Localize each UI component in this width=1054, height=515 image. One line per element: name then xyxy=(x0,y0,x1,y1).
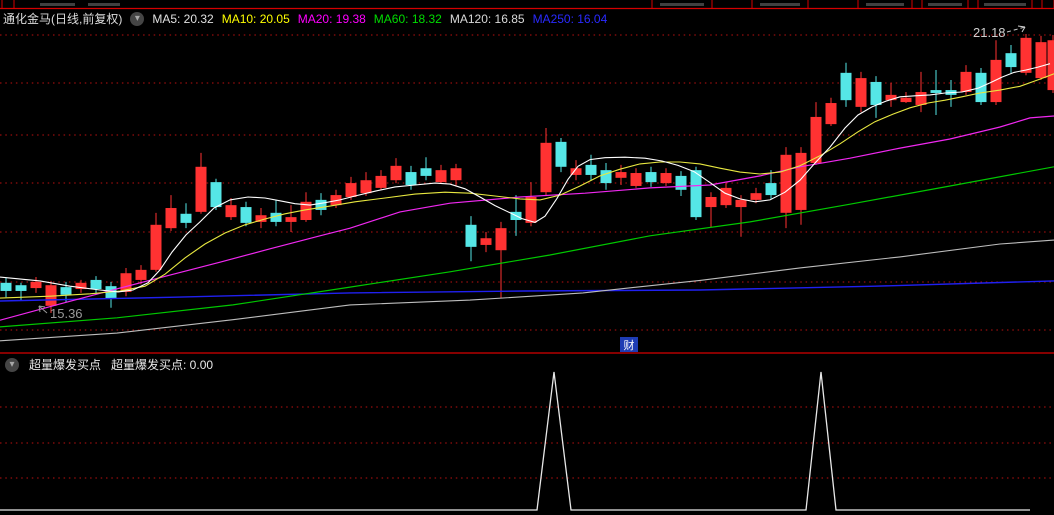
ma250-label: MA250: 16.04 xyxy=(532,11,608,26)
candle-body xyxy=(750,193,762,200)
candle-body xyxy=(495,228,507,251)
toolbar-text-fragment xyxy=(984,3,1026,6)
candle-body xyxy=(735,199,747,208)
candle-body xyxy=(0,282,12,291)
candle-body xyxy=(90,279,102,290)
chevron-down-icon[interactable]: ▾ xyxy=(130,11,145,26)
high-price-label: 21.18 xyxy=(973,25,1006,40)
candle-body xyxy=(765,183,777,196)
candle-body xyxy=(1020,37,1032,73)
candle-body xyxy=(960,71,972,93)
indicator-signal-line xyxy=(0,371,1030,511)
candle-body xyxy=(15,285,27,291)
candle-body xyxy=(390,165,402,181)
stock-title: 通化金马(日线,前复权) xyxy=(3,12,123,26)
ma120-label: MA120: 16.85 xyxy=(449,11,525,26)
candle-body xyxy=(210,182,222,208)
indicator-name[interactable]: 超量爆发买点 xyxy=(29,356,101,373)
candle-body xyxy=(1047,40,1054,91)
candle-body xyxy=(855,78,867,107)
candle-body xyxy=(720,187,732,206)
toolbar-text-fragment xyxy=(866,3,904,6)
low-price-label: 15.36 xyxy=(50,306,83,321)
high-arrowhead xyxy=(1017,25,1026,28)
candle-body xyxy=(435,170,447,183)
candle-body xyxy=(360,180,372,194)
candle-body xyxy=(165,208,177,229)
candle-body xyxy=(990,59,1002,103)
candle-body xyxy=(195,166,207,212)
candle-body xyxy=(585,164,597,175)
candle-body xyxy=(645,172,657,183)
ma60-label: MA60: 18.32 xyxy=(373,11,442,26)
candle-body xyxy=(675,175,687,190)
candle-body xyxy=(30,281,42,289)
indicator-panel-header: ▾ 超量爆发买点 超量爆发买点: 0.00 xyxy=(5,356,223,373)
toolbar-text-fragment xyxy=(40,3,75,6)
candle-body xyxy=(405,172,417,186)
candle-body xyxy=(690,170,702,218)
candle-body xyxy=(705,196,717,208)
candle-body xyxy=(375,175,387,188)
financial-report-marker-text: 财 xyxy=(624,338,635,352)
indicator-value: 超量爆发买点: 0.00 xyxy=(111,358,214,372)
candle-body xyxy=(480,238,492,245)
candle-body xyxy=(915,92,927,105)
chevron-down-icon[interactable]: ▾ xyxy=(5,357,19,372)
candle-body xyxy=(1005,53,1017,68)
candle-body xyxy=(840,72,852,101)
candle-body xyxy=(555,141,567,167)
candle-body xyxy=(825,103,837,125)
candle-body xyxy=(150,224,162,270)
candle-body xyxy=(180,213,192,223)
candle-body xyxy=(795,152,807,210)
candle-body xyxy=(900,97,912,103)
ma20-label: MA20: 19.38 xyxy=(297,11,366,26)
candle-body xyxy=(345,183,357,197)
toolbar-text-fragment xyxy=(928,3,962,6)
ma10-label: MA10: 20.05 xyxy=(221,11,290,26)
candle-body xyxy=(225,205,237,218)
candle-body xyxy=(420,168,432,176)
candle-body xyxy=(60,287,72,295)
toolbar-text-fragment xyxy=(660,3,704,6)
candle-body xyxy=(450,168,462,181)
candle-body xyxy=(930,90,942,93)
candle-body xyxy=(240,207,252,223)
candle-body xyxy=(630,173,642,186)
toolbar-text-fragment xyxy=(88,3,120,6)
candle-body xyxy=(285,217,297,222)
stock-app-window: 21.18 15.36 财 通化金马(日线,前复权) ▾ MA5: 20.32 MA… xyxy=(0,0,1054,515)
candle-body xyxy=(615,172,627,178)
toolbar-text-fragment xyxy=(760,3,800,6)
candle-body xyxy=(465,224,477,247)
candle-body xyxy=(780,154,792,213)
candle-body xyxy=(540,142,552,193)
candle-body xyxy=(135,269,147,280)
candle-body xyxy=(660,173,672,184)
candle-body xyxy=(525,196,537,223)
candle-body xyxy=(870,81,882,105)
ma-line-ma250 xyxy=(0,280,1054,302)
candle-body xyxy=(1035,42,1047,79)
candlestick-chart-canvas[interactable]: 21.18 15.36 财 xyxy=(0,0,1054,515)
ma5-label: MA5: 20.32 xyxy=(152,11,214,26)
main-chart-header: 通化金马(日线,前复权) ▾ MA5: 20.32 MA10: 20.05 MA… xyxy=(3,10,615,27)
